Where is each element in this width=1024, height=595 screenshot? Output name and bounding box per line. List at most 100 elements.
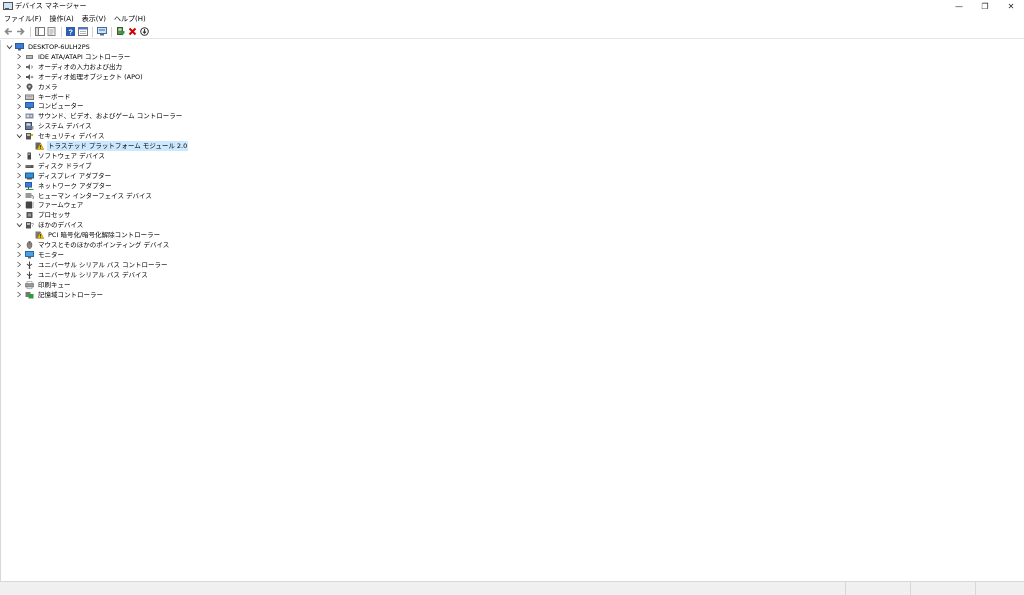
scan-hardware-button[interactable] xyxy=(96,26,107,37)
tree-item-label: キーボード xyxy=(38,92,71,101)
chevron-right-icon[interactable] xyxy=(15,192,23,200)
tree-item-label: IDE ATA/ATAPI コントローラー xyxy=(38,52,131,61)
disable-device-button[interactable] xyxy=(139,26,150,37)
chevron-right-icon[interactable] xyxy=(15,201,23,209)
tree-category[interactable]: プロセッサ xyxy=(15,210,72,220)
chevron-right-icon[interactable] xyxy=(15,291,23,299)
menu-action[interactable]: 操作(A) xyxy=(50,14,74,24)
keyboard-icon xyxy=(25,93,34,101)
device-manager-icon xyxy=(3,2,13,10)
title-bar: デバイス マネージャー — ❐ ✕ xyxy=(0,0,1024,12)
firmware-icon xyxy=(25,201,34,209)
chevron-right-icon[interactable] xyxy=(15,122,23,130)
chevron-right-icon[interactable] xyxy=(15,102,23,110)
tree-category[interactable]: カメラ xyxy=(15,82,59,92)
chevron-right-icon[interactable] xyxy=(15,251,23,259)
chevron-right-icon[interactable] xyxy=(15,271,23,279)
tree-category[interactable]: ファームウェア xyxy=(15,200,84,210)
tree-category[interactable]: ディスプレイ アダプター xyxy=(15,171,112,181)
forward-button[interactable] xyxy=(15,26,26,37)
chevron-right-icon[interactable] xyxy=(15,182,23,190)
chevron-right-icon[interactable] xyxy=(15,162,23,170)
tree-category[interactable]: ヒューマン インターフェイス デバイス xyxy=(15,191,153,201)
tree-category[interactable]: キーボード xyxy=(15,92,72,102)
tree-root[interactable]: DESKTOP-6ULH2PS xyxy=(5,42,91,52)
tree-category[interactable]: IDE ATA/ATAPI コントローラー xyxy=(15,52,131,62)
chevron-right-icon[interactable] xyxy=(15,83,23,91)
tree-item-label: ユニバーサル シリアル バス コントローラー xyxy=(38,260,168,269)
speaker-icon xyxy=(25,63,34,71)
close-button[interactable]: ✕ xyxy=(998,0,1024,12)
tree-category[interactable]: モニター xyxy=(15,250,65,260)
back-button[interactable] xyxy=(3,26,14,37)
chevron-down-icon[interactable] xyxy=(15,221,23,229)
monitor-icon xyxy=(25,250,34,259)
tree-category[interactable]: サウンド、ビデオ、およびゲーム コントローラー xyxy=(15,111,183,121)
tree-device[interactable]: PCI 暗号化/暗号化解除コントローラー xyxy=(25,230,161,240)
menu-help[interactable]: ヘルプ(H) xyxy=(114,14,146,24)
tree-category[interactable]: ユニバーサル シリアル バス コントローラー xyxy=(15,260,169,270)
toolbar-separator xyxy=(61,26,62,37)
tree-category[interactable]: ソフトウェア デバイス xyxy=(15,151,106,161)
chevron-right-icon[interactable] xyxy=(15,241,23,249)
chevron-right-icon[interactable] xyxy=(15,152,23,160)
usb-icon xyxy=(25,271,34,279)
tree-item-label: 記憶域コントローラー xyxy=(38,290,103,299)
computer-icon xyxy=(15,43,24,51)
device-tree[interactable]: DESKTOP-6ULH2PS IDE ATA/ATAPI コントローラー オーディ… xyxy=(0,40,1024,581)
tree-item-label: ネットワーク アダプター xyxy=(38,181,112,190)
status-bar xyxy=(0,581,1024,595)
tree-category[interactable]: ユニバーサル シリアル バス デバイス xyxy=(15,270,149,280)
chevron-right-icon[interactable] xyxy=(15,211,23,219)
tree-item-label: コンピューター xyxy=(38,102,84,111)
tree-item-label: PCI 暗号化/暗号化解除コントローラー xyxy=(48,231,161,240)
tree-item-label: ユニバーサル シリアル バス デバイス xyxy=(38,270,148,279)
tree-item-label: トラステッド プラットフォーム モジュール 2.0 xyxy=(47,141,189,151)
status-cell xyxy=(911,582,976,595)
usb-icon xyxy=(25,261,34,269)
tree-category[interactable]: ? ほかのデバイス xyxy=(15,220,84,230)
chevron-right-icon[interactable] xyxy=(15,93,23,101)
view-button[interactable] xyxy=(77,26,88,37)
chevron-right-icon[interactable] xyxy=(15,63,23,71)
chevron-right-icon[interactable] xyxy=(15,261,23,269)
chevron-right-icon[interactable] xyxy=(15,53,23,61)
network-adapter-icon xyxy=(25,181,34,190)
tree-category[interactable]: オーディオ処理オブジェクト (APO) xyxy=(15,72,144,82)
tree-item-label: ディスク ドライブ xyxy=(38,161,92,170)
chevron-right-icon[interactable] xyxy=(15,112,23,120)
tree-category[interactable]: システム デバイス xyxy=(15,121,93,131)
tree-device[interactable]: トラステッド プラットフォーム モジュール 2.0 xyxy=(25,141,189,151)
restore-button[interactable]: ❐ xyxy=(972,0,998,12)
show-hide-console-tree-button[interactable] xyxy=(34,26,45,37)
tree-item-label: モニター xyxy=(38,250,64,259)
tree-category[interactable]: 記憶域コントローラー xyxy=(15,290,104,300)
tree-category[interactable]: ディスク ドライブ xyxy=(15,161,93,171)
toolbar-separator xyxy=(92,26,93,37)
uninstall-device-button[interactable] xyxy=(127,26,138,37)
tree-category[interactable]: オーディオの入力および出力 xyxy=(15,62,123,72)
tree-category[interactable]: ネットワーク アダプター xyxy=(15,181,113,191)
properties-button[interactable] xyxy=(46,26,57,37)
chevron-right-icon[interactable] xyxy=(15,172,23,180)
properties-icon xyxy=(47,27,56,36)
tree-item-label: 印刷キュー xyxy=(38,280,71,289)
chevron-right-icon[interactable] xyxy=(15,73,23,81)
tree-category[interactable]: 印刷キュー xyxy=(15,280,72,290)
processor-icon xyxy=(25,211,34,219)
chevron-right-icon[interactable] xyxy=(15,281,23,289)
menu-view[interactable]: 表示(V) xyxy=(82,14,106,24)
minimize-button[interactable]: — xyxy=(946,0,972,12)
toolbar-separator xyxy=(30,26,31,37)
tree-category[interactable]: セキュリティ デバイス xyxy=(15,131,105,141)
tree-item-label: ディスプレイ アダプター xyxy=(38,171,112,180)
tree-category[interactable]: マウスとそのほかのポインティング デバイス xyxy=(15,240,170,250)
update-driver-button[interactable] xyxy=(115,26,126,37)
tree-category[interactable]: コンピューター xyxy=(15,101,85,111)
chevron-down-icon[interactable] xyxy=(15,132,23,140)
chevron-down-icon[interactable] xyxy=(5,43,13,51)
scan-hardware-icon xyxy=(96,27,107,36)
help-button[interactable]: ? xyxy=(65,26,76,37)
chevron-placeholder xyxy=(25,142,33,150)
menu-file[interactable]: ファイル(F) xyxy=(4,14,42,24)
